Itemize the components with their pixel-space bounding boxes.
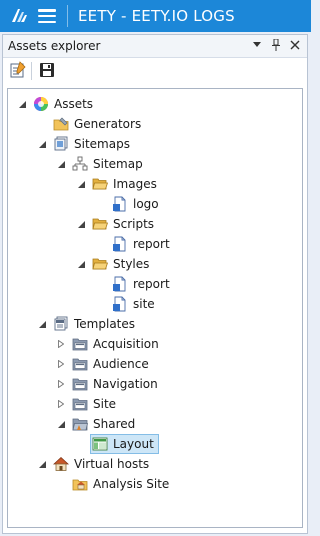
collapse-arrow-icon[interactable] [37, 459, 47, 469]
tree-item-label: Navigation [93, 377, 158, 391]
tree-item-images[interactable]: Images [76, 174, 162, 194]
save-icon [39, 62, 55, 81]
file-icon [112, 276, 128, 292]
assets-tree[interactable]: Assets Generators Sitemaps Sitemap Image… [7, 88, 303, 528]
pin-icon[interactable] [268, 37, 284, 53]
selection-highlight: Layout [90, 434, 159, 454]
toolbar-separator [31, 62, 32, 80]
save-button[interactable] [37, 61, 57, 81]
tree-item-label: Virtual hosts [74, 457, 150, 471]
folder-open-icon [92, 256, 108, 272]
collapse-arrow-icon[interactable] [56, 159, 66, 169]
template-folder-icon [72, 396, 88, 412]
tree-item-site[interactable]: Site [56, 394, 121, 414]
collapse-arrow-icon[interactable] [37, 139, 47, 149]
tree-item-label: Generators [74, 117, 142, 131]
tree-item-assets[interactable]: Assets [17, 94, 98, 114]
panel-header: Assets explorer [3, 35, 307, 58]
tree-item-label: Audience [93, 357, 149, 371]
virtual-host-folder-icon [72, 476, 88, 492]
tree-item-navigation[interactable]: Navigation [56, 374, 163, 394]
tree-item-acquisition[interactable]: Acquisition [56, 334, 164, 354]
sitemap-tree-icon [72, 156, 88, 172]
tree-item-sitemaps[interactable]: Sitemaps [37, 134, 135, 154]
tree-item-label: report [133, 237, 170, 251]
panel-toolbar [3, 59, 307, 83]
tree-item-label: Sitemaps [74, 137, 130, 151]
collapse-arrow-icon[interactable] [76, 179, 86, 189]
panel-dropdown-icon[interactable] [249, 37, 265, 53]
tree-item-label: Site [93, 397, 117, 411]
templates-icon [53, 316, 69, 332]
tree-item-analysis-site[interactable]: Analysis Site [56, 474, 174, 494]
collapse-arrow-icon[interactable] [56, 419, 66, 429]
tree-item-label: site [133, 297, 155, 311]
tree-item-label: Styles [113, 257, 150, 271]
tree-item-label: Sitemap [93, 157, 143, 171]
tree-item-scripts-report[interactable]: report [96, 234, 175, 254]
app-logo-icon [8, 5, 30, 27]
titlebar-separator [67, 5, 68, 27]
file-icon [112, 196, 128, 212]
template-folder-icon [72, 376, 88, 392]
tree-item-styles-report[interactable]: report [96, 274, 175, 294]
color-wheel-icon [33, 96, 49, 112]
tree-item-generators[interactable]: Generators [37, 114, 146, 134]
close-icon[interactable] [287, 37, 303, 53]
tree-item-label: Templates [74, 317, 136, 331]
sitemaps-icon [53, 136, 69, 152]
tree-item-label: logo [133, 197, 159, 211]
file-icon [112, 236, 128, 252]
template-folder-icon [72, 356, 88, 372]
folder-open-icon [92, 176, 108, 192]
generators-folder-icon [53, 116, 69, 132]
collapse-arrow-icon[interactable] [76, 219, 86, 229]
tree-item-styles[interactable]: Styles [76, 254, 154, 274]
tree-item-label: Analysis Site [93, 477, 170, 491]
collapse-arrow-icon[interactable] [76, 259, 86, 269]
tree-item-styles-site[interactable]: site [96, 294, 160, 314]
tree-item-label: Shared [93, 417, 136, 431]
file-icon [112, 296, 128, 312]
folder-open-icon [92, 216, 108, 232]
tree-item-label: Layout [113, 437, 154, 451]
panel-title: Assets explorer [8, 39, 101, 53]
tree-item-audience[interactable]: Audience [56, 354, 154, 374]
tree-item-label: Assets [54, 97, 94, 111]
tree-item-scripts[interactable]: Scripts [76, 214, 159, 234]
expand-arrow-icon[interactable] [56, 359, 66, 369]
edit-properties-button[interactable] [8, 60, 28, 82]
collapse-arrow-icon[interactable] [17, 99, 27, 109]
expand-arrow-icon[interactable] [56, 339, 66, 349]
tree-item-shared[interactable]: Shared [56, 414, 140, 434]
expand-arrow-icon[interactable] [56, 399, 66, 409]
properties-icon [9, 60, 27, 82]
collapse-arrow-icon[interactable] [37, 319, 47, 329]
expand-arrow-icon[interactable] [56, 379, 66, 389]
menu-icon[interactable] [38, 9, 56, 23]
tree-item-label: Scripts [113, 217, 155, 231]
assets-explorer-panel: Assets explorer Assets Generators Sitema… [2, 34, 308, 534]
layout-template-icon [92, 436, 108, 452]
tree-item-logo[interactable]: logo [96, 194, 164, 214]
app-titlebar: EETY - EETY.IO LOGS [0, 0, 311, 32]
template-folder-icon [72, 336, 88, 352]
house-icon [53, 456, 69, 472]
app-title: EETY - EETY.IO LOGS [78, 7, 235, 25]
tree-item-label: report [133, 277, 170, 291]
tree-item-label: Acquisition [93, 337, 159, 351]
shared-folder-icon [72, 416, 88, 432]
tree-item-virtual-hosts[interactable]: Virtual hosts [37, 454, 154, 474]
tree-item-layout[interactable]: Layout [76, 434, 159, 454]
tree-item-templates[interactable]: Templates [37, 314, 140, 334]
tree-item-sitemap[interactable]: Sitemap [56, 154, 148, 174]
tree-item-label: Images [113, 177, 157, 191]
